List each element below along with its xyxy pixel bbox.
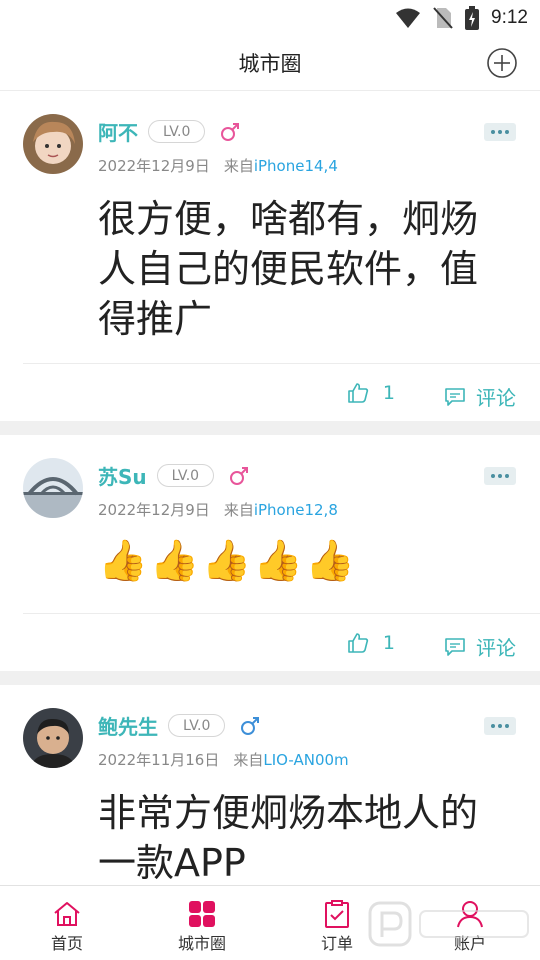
no-sim-icon (433, 7, 453, 29)
device-name: LIO-AN00m (263, 751, 349, 769)
post-date: 2022年11月16日 (98, 751, 220, 769)
from-label: 来自 (223, 501, 254, 519)
like-count: 1 (382, 632, 395, 654)
status-time: 9:12 (491, 7, 528, 28)
tab-home[interactable]: 首页 (17, 886, 117, 960)
more-button[interactable] (484, 467, 516, 485)
username[interactable]: 阿不 (98, 117, 138, 146)
from-label: 来自 (233, 751, 264, 769)
tab-label: 订单 (320, 934, 353, 953)
username[interactable]: 鲍先生 (98, 711, 158, 740)
tab-label: 首页 (50, 934, 83, 953)
clipboard-icon (325, 900, 349, 928)
avatar[interactable] (23, 458, 83, 518)
tab-label: 城市圈 (177, 934, 226, 953)
battery-charging-icon (465, 6, 480, 30)
username[interactable]: 苏Su (98, 461, 147, 490)
post-meta: 2022年12月9日 来自iPhone14,4 (98, 155, 338, 176)
comment-button[interactable]: 评论 (444, 632, 516, 661)
comment-button[interactable]: 评论 (444, 382, 516, 411)
post-date: 2022年12月9日 (98, 501, 210, 519)
wifi-icon (395, 7, 421, 29)
like-button[interactable]: 1 (347, 382, 395, 404)
thumbs-up-icon (348, 383, 369, 403)
post-content: 非常方便炯炀本地人的一款APP (98, 791, 479, 885)
add-post-button[interactable] (486, 47, 518, 79)
comment-label: 评论 (476, 386, 516, 410)
device-name: iPhone12,8 (253, 501, 338, 519)
comment-icon (445, 387, 465, 406)
post-card[interactable]: 鲍先生 LV.0 2022年11月16日 来自LIO-AN00m 非常方便炯炀本地… (0, 685, 540, 885)
male-icon (221, 122, 240, 141)
post-meta: 2022年12月9日 来自iPhone12,8 (98, 499, 338, 520)
more-button[interactable] (484, 123, 516, 141)
post-card[interactable]: 苏Su LV.0 2022年12月9日 来自iPhone12,8 👍👍👍👍👍 1 … (0, 435, 540, 671)
post-content: 很方便，啥都有，炯炀人自己的便民软件，值得推广 (98, 197, 479, 341)
watermark-logo (368, 897, 534, 951)
grid-icon (189, 901, 215, 927)
level-badge: LV.0 (156, 464, 215, 487)
post-content: 👍👍👍👍👍 (98, 538, 358, 584)
like-count: 1 (382, 382, 395, 404)
male-icon (241, 716, 260, 735)
avatar[interactable] (23, 114, 83, 174)
comment-label: 评论 (476, 636, 516, 660)
level-badge: LV.0 (168, 714, 226, 737)
like-button[interactable]: 1 (347, 632, 395, 654)
tab-city-circle[interactable]: 城市圈 (152, 886, 252, 960)
page-title: 城市圈 (238, 52, 302, 76)
post-meta: 2022年11月16日 来自LIO-AN00m (98, 749, 349, 770)
male-icon (230, 466, 249, 485)
more-button[interactable] (484, 717, 516, 735)
post-date: 2022年12月9日 (98, 157, 210, 175)
avatar[interactable] (23, 708, 83, 768)
post-actions: 1 评论 (23, 613, 540, 671)
post-feed[interactable]: 阿不 LV.0 2022年12月9日 来自iPhone14,4 很方便，啥都有，炯… (0, 91, 540, 885)
home-icon (54, 902, 80, 926)
status-bar: 9:12 (0, 0, 540, 36)
post-actions: 1 评论 (23, 363, 540, 421)
thumbs-up-icon (348, 633, 369, 653)
device-name: iPhone14,4 (253, 157, 338, 175)
plus-circle-icon (487, 48, 517, 78)
app-header: 城市圈 (0, 36, 540, 91)
from-label: 来自 (223, 157, 254, 175)
post-card[interactable]: 阿不 LV.0 2022年12月9日 来自iPhone14,4 很方便，啥都有，炯… (0, 91, 540, 421)
level-badge: LV.0 (148, 120, 206, 143)
comment-icon (445, 637, 465, 656)
